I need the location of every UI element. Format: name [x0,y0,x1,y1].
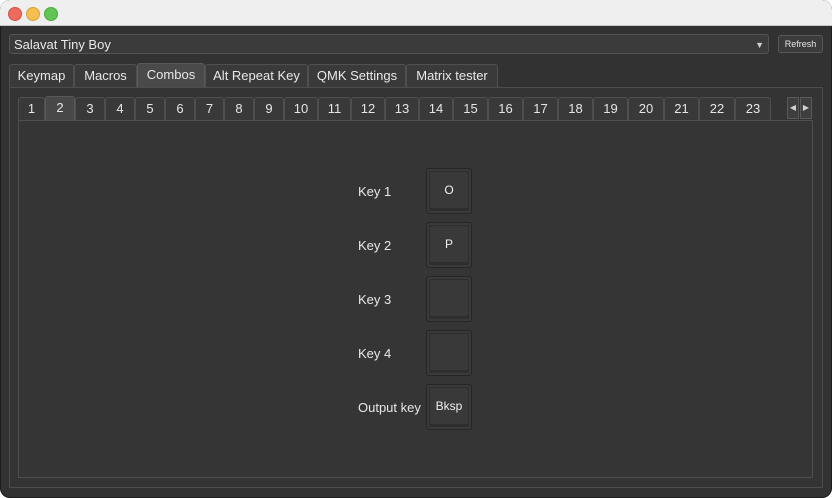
combo-key3-value [430,280,468,316]
combo-tab-7[interactable]: 7 [195,97,224,120]
combo-tab-10[interactable]: 10 [284,97,318,120]
combo-output-label: Output key [358,400,421,415]
tab-qmk-settings[interactable]: QMK Settings [308,64,406,87]
tab-combos[interactable]: Combos [137,63,205,88]
combo-editor-panel [18,120,813,478]
combo-tab-2[interactable]: 2 [45,96,75,121]
combo-key2-value: P [430,226,468,262]
combo-tab-4[interactable]: 4 [105,97,135,120]
combo-key2-button[interactable]: P [426,222,472,268]
combo-tab-6[interactable]: 6 [165,97,195,120]
combo-tab-17[interactable]: 17 [523,97,558,120]
combo-tab-12[interactable]: 12 [351,97,385,120]
combo-tab-8[interactable]: 8 [224,97,254,120]
combo-key1-value: O [430,172,468,208]
combo-key1-label: Key 1 [358,184,392,199]
tab-alt-repeat-key[interactable]: Alt Repeat Key [205,64,308,87]
tab-keymap[interactable]: Keymap [9,64,74,87]
combo-key4-label: Key 4 [358,346,392,361]
arrow-right-icon[interactable]: ▶ [800,97,812,119]
combo-output-key-button[interactable]: Bksp [426,384,472,430]
combo-tab-14[interactable]: 14 [419,97,453,120]
combo-output-key-value: Bksp [430,388,468,424]
device-select-value: Salavat Tiny Boy [14,37,111,52]
combo-key2-label: Key 2 [358,238,392,253]
tab-macros[interactable]: Macros [74,64,137,87]
arrow-left-icon[interactable]: ◀ [787,97,799,119]
combo-key4-value [430,334,468,370]
zoom-window-button[interactable] [44,7,58,21]
combo-tab-21[interactable]: 21 [664,97,699,120]
combo-tab-15[interactable]: 15 [453,97,488,120]
close-window-button[interactable] [8,7,22,21]
combo-tab-16[interactable]: 16 [488,97,523,120]
combo-tab-18[interactable]: 18 [558,97,593,120]
title-bar [0,0,832,26]
combo-key4-button[interactable] [426,330,472,376]
combo-tab-22[interactable]: 22 [699,97,735,120]
combo-key3-label: Key 3 [358,292,392,307]
chevron-down-icon: ▼ [755,40,764,50]
combo-tab-13[interactable]: 13 [385,97,419,120]
combo-tab-11[interactable]: 11 [318,97,351,120]
app-window: Salavat Tiny Boy ▼ Refresh Keymap Macros… [0,0,832,498]
combo-tab-3[interactable]: 3 [75,97,105,120]
device-select[interactable]: Salavat Tiny Boy ▼ [9,34,769,54]
refresh-button[interactable]: Refresh [778,35,823,53]
minimize-window-button[interactable] [26,7,40,21]
tab-matrix-tester[interactable]: Matrix tester [406,64,498,87]
combo-key1-button[interactable]: O [426,168,472,214]
combo-tab-1[interactable]: 1 [18,97,45,120]
combo-tab-9[interactable]: 9 [254,97,284,120]
combo-tab-23[interactable]: 23 [735,97,771,120]
combo-tab-19[interactable]: 19 [593,97,628,120]
combo-tab-5[interactable]: 5 [135,97,165,120]
combo-key3-button[interactable] [426,276,472,322]
combo-tab-20[interactable]: 20 [628,97,664,120]
